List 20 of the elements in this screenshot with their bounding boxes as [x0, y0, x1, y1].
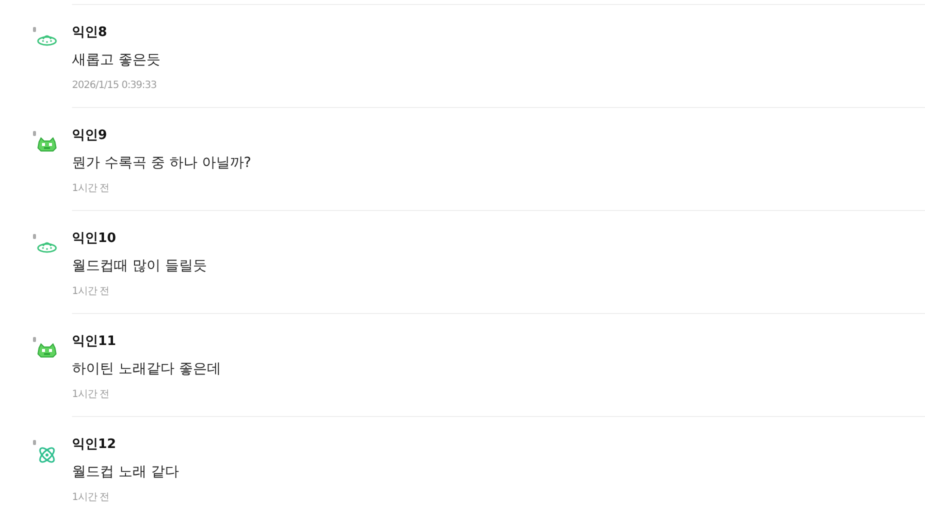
comment-author: 익인8 — [72, 24, 108, 42]
comment-author: 익인10 — [72, 230, 118, 248]
comment-time: 1시간 전 — [72, 182, 110, 196]
comment-author: 익인12 — [72, 436, 118, 454]
monster-icon — [37, 342, 57, 358]
comment-text: 새롭고 좋은듯 — [72, 51, 162, 70]
comment-time: 1시간 전 — [72, 388, 110, 402]
comment-text: 뭔가 수록곡 중 하나 아닐까? — [72, 154, 252, 173]
comment-time: 2026/1/15 0:39:33 — [72, 79, 158, 93]
comment-text: 하이틴 노래같다 좋은데 — [72, 360, 222, 379]
comment-time: 1시간 전 — [72, 491, 110, 505]
comment-author: 익인9 — [72, 127, 108, 145]
atom-icon — [37, 445, 57, 465]
comment-text: 월드컵 노래 같다 — [72, 463, 180, 482]
comment-author: 익인11 — [72, 333, 118, 351]
comment-time: 1시간 전 — [72, 285, 110, 299]
comment-text: 월드컵때 많이 들릴듯 — [72, 257, 208, 276]
ufo-icon — [37, 240, 57, 254]
monster-icon — [37, 136, 57, 152]
ufo-icon — [37, 33, 57, 47]
